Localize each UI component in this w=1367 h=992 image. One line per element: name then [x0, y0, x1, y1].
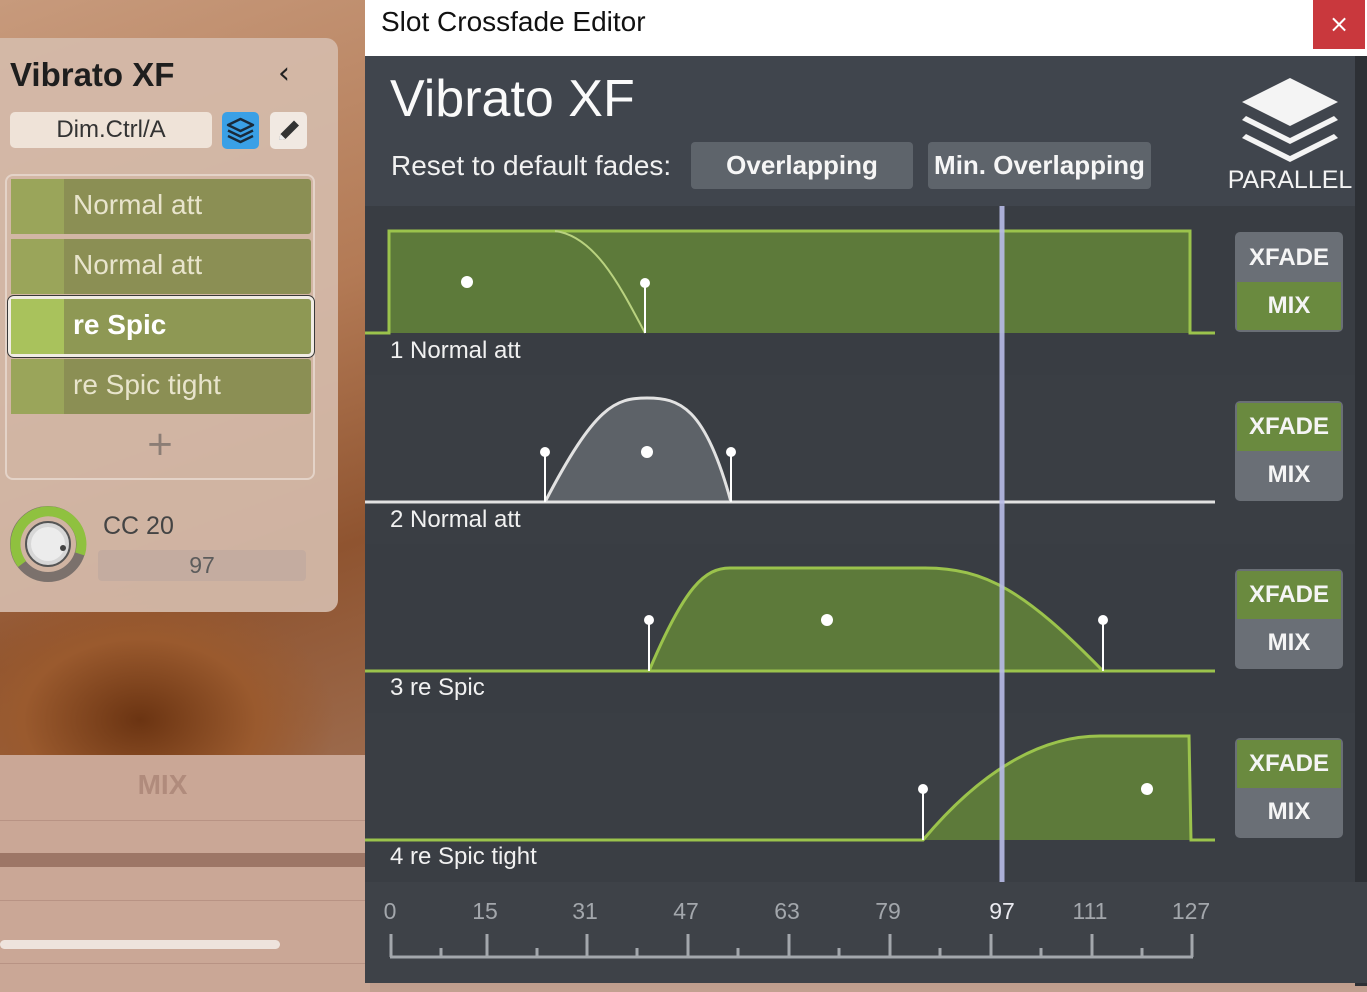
- lane-3-handle-left-dot: [644, 615, 654, 625]
- slot-label: Normal att: [73, 189, 203, 220]
- instrument-title: Vibrato XF: [10, 56, 175, 93]
- add-slot-button[interactable]: +: [7, 424, 313, 464]
- dimension-control-field[interactable]: Dim.Ctrl/A: [10, 112, 212, 148]
- slot-item-1[interactable]: Normal att: [11, 179, 311, 234]
- divider: [0, 963, 370, 964]
- mode-label: PARALLEL: [1227, 166, 1353, 194]
- lane-2-handle-right-dot: [726, 447, 736, 457]
- ruler-scale: [389, 934, 1194, 959]
- lane-1-mode-toggle: XFADE MIX: [1235, 232, 1343, 332]
- slot-color-swatch: [11, 179, 64, 234]
- slot-item-3[interactable]: re Spic: [8, 296, 314, 357]
- dialog-title: Slot Crossfade Editor: [381, 6, 646, 37]
- instrument-name: Vibrato XF: [390, 70, 635, 128]
- crossfade-curves: [365, 206, 1355, 882]
- lane-1-handle-dot: [640, 278, 650, 288]
- lane-3-label: 3 re Spic: [390, 674, 485, 701]
- lane-3-handle-right-dot: [1098, 615, 1108, 625]
- lane-2-center-dot: [641, 446, 653, 458]
- layers-icon: [226, 117, 255, 144]
- lane-2-mode-toggle: XFADE MIX: [1235, 401, 1343, 501]
- cc-knob[interactable]: [8, 504, 88, 584]
- slot-color-swatch: [11, 359, 64, 414]
- host-mix-label: MIX: [137, 769, 188, 800]
- slot-label: Normal att: [73, 249, 203, 280]
- pencil-icon: [279, 120, 299, 140]
- lane-1-label: 1 Normal att: [390, 337, 521, 364]
- host-lower-area: MIX: [0, 755, 370, 992]
- collapse-chevron-icon[interactable]: ‹: [278, 56, 290, 91]
- instrument-panel: Vibrato XF ‹ Dim.Ctrl/A Normal att Norma…: [0, 38, 338, 612]
- slot-item-2[interactable]: Normal att: [11, 239, 311, 294]
- slot-item-4[interactable]: re Spic tight: [11, 359, 311, 414]
- slot-list: Normal att Normal att re Spic re Spic ti…: [5, 174, 315, 480]
- mix-button[interactable]: MIX: [1237, 451, 1341, 499]
- cc-value-field[interactable]: 97: [98, 550, 306, 581]
- lane-1-center-dot: [461, 276, 473, 288]
- xfade-button[interactable]: XFADE: [1237, 403, 1341, 451]
- dialog-header: Vibrato XF Reset to default fades: Overl…: [365, 56, 1367, 206]
- overlapping-button[interactable]: Overlapping: [691, 142, 913, 189]
- crossfade-editor-dialog: Slot Crossfade Editor × Vibrato XF Reset…: [365, 0, 1367, 986]
- mix-button[interactable]: MIX: [1237, 282, 1341, 330]
- mix-button[interactable]: MIX: [1237, 788, 1341, 836]
- lane-4-mode-toggle: XFADE MIX: [1235, 738, 1343, 838]
- divider-band: [0, 853, 370, 867]
- lane-4-handle-dot: [918, 784, 928, 794]
- cc-label: CC 20: [103, 512, 174, 540]
- xfade-button[interactable]: XFADE: [1237, 740, 1341, 788]
- horizontal-scrollbar[interactable]: [0, 940, 280, 949]
- layers-button[interactable]: [222, 112, 259, 149]
- lane-4-label: 4 re Spic tight: [390, 843, 537, 870]
- lane-3-center-dot: [821, 614, 833, 626]
- edit-button[interactable]: [270, 112, 307, 149]
- slot-color-swatch: [11, 239, 64, 294]
- lane-2-label: 2 Normal att: [390, 506, 521, 533]
- divider: [0, 820, 370, 821]
- lane-1-region: [365, 229, 1215, 335]
- lane-3-mode-toggle: XFADE MIX: [1235, 569, 1343, 669]
- mix-button[interactable]: MIX: [1237, 619, 1341, 667]
- xfade-button[interactable]: XFADE: [1237, 571, 1341, 619]
- slot-label: re Spic tight: [73, 369, 221, 400]
- layers-stack-icon[interactable]: [1238, 74, 1342, 164]
- dialog-titlebar: Slot Crossfade Editor ×: [365, 0, 1367, 56]
- slot-label: re Spic: [73, 309, 167, 340]
- lane-4-center-dot: [1141, 783, 1153, 795]
- min-overlapping-button[interactable]: Min. Overlapping: [928, 142, 1151, 189]
- reset-label: Reset to default fades:: [391, 150, 672, 181]
- slot-color-swatch: [11, 299, 64, 354]
- value-ruler[interactable]: 0 15 31 47 63 79 97 111 127: [365, 882, 1367, 983]
- lane-2-handle-left-dot: [540, 447, 550, 457]
- divider: [0, 900, 370, 901]
- close-button[interactable]: ×: [1313, 0, 1365, 49]
- xfade-button[interactable]: XFADE: [1237, 234, 1341, 282]
